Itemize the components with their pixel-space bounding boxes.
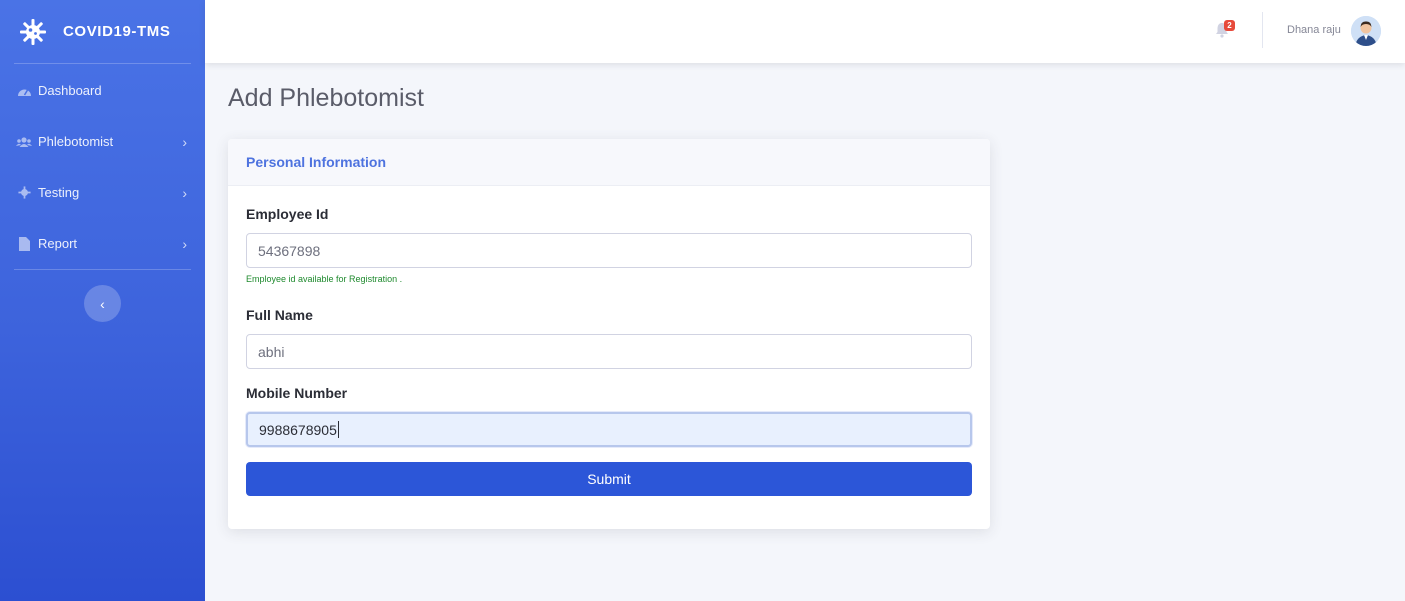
topbar-divider [1262,12,1263,48]
sidebar-item-label: Phlebotomist [38,134,114,149]
employee-id-help-text: Employee id available for Registration . [246,274,403,284]
chevron-right-icon: › [182,235,187,252]
app-name: COVID19-TMS [63,23,171,40]
full-name-value: abhi [258,343,285,360]
full-name-field[interactable]: abhi [246,334,972,369]
section-title: Personal Information [246,154,387,170]
mobile-number-value: 9988678905 [259,421,337,438]
users-icon [16,134,32,150]
text-cursor [337,421,339,438]
topbar: 2 Dhana raju [205,0,1405,63]
sidebar-divider [14,269,191,270]
virus-logo-icon [18,17,48,47]
submit-button[interactable]: Submit [246,462,972,496]
sidebar: COVID19-TMS Dashboard Phlebotomist › Tes… [0,0,205,601]
sidebar-item-label: Dashboard [38,83,102,98]
employee-id-value: 54367898 [258,242,321,259]
sidebar-divider [14,63,191,64]
mobile-number-field[interactable]: 9988678905 [246,412,972,447]
sidebar-item-label: Testing [38,185,80,200]
chevron-left-icon: ‹ [100,295,105,312]
sidebar-item-phlebotomist[interactable]: Phlebotomist › [0,116,205,167]
brand[interactable]: COVID19-TMS [0,0,205,63]
avatar[interactable] [1351,16,1381,46]
dashboard-gauge-icon [16,83,32,99]
file-icon [16,236,32,252]
full-name-label: Full Name [246,307,313,323]
sidebar-item-dashboard[interactable]: Dashboard [0,65,205,116]
card-header: Personal Information [228,139,990,186]
notifications-button[interactable]: 2 [1215,20,1235,40]
chevron-right-icon: › [182,133,187,150]
user-name[interactable]: Dhana raju [1287,24,1341,36]
mobile-number-label: Mobile Number [246,385,348,401]
virus-icon [16,185,32,201]
sidebar-item-report[interactable]: Report › [0,218,205,269]
employee-id-label: Employee Id [246,206,329,222]
employee-id-field[interactable]: 54367898 [246,233,972,268]
chevron-right-icon: › [182,184,187,201]
page-title: Add Phlebotomist [228,84,424,112]
notification-count-badge: 2 [1224,20,1235,31]
sidebar-item-label: Report [38,236,78,251]
sidebar-toggle-button[interactable]: ‹ [84,285,121,322]
sidebar-item-testing[interactable]: Testing › [0,167,205,218]
personal-information-card: Personal Information Employee Id 5436789… [228,139,990,529]
